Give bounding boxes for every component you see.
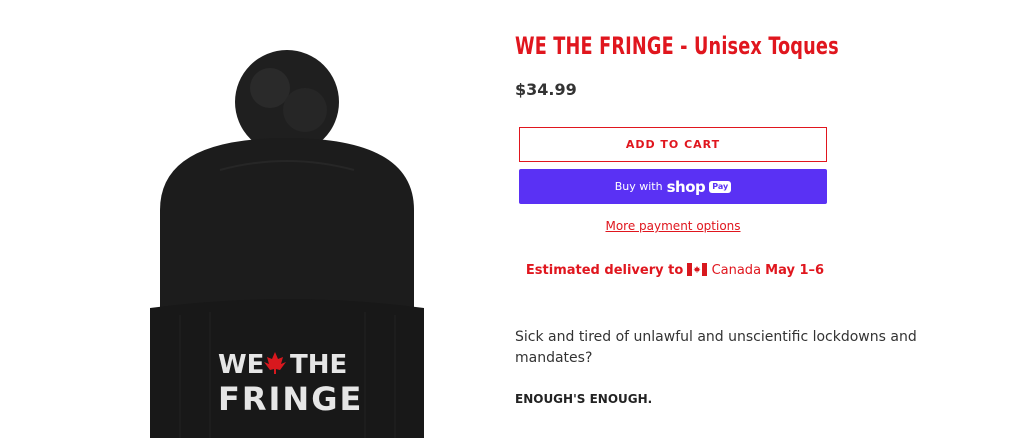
embroidery-we: WE [218,350,264,380]
product-info: WE THE FRINGE - Unisex Toques $34.99 ADD… [515,0,935,438]
delivery-country: Canada [711,263,762,278]
delivery-dates: May 1–6 [765,263,825,278]
add-to-cart-button[interactable]: ADD TO CART [519,127,827,162]
estimated-delivery: Estimated delivery to Canada May 1–6 [515,261,835,280]
shop-logo: shop [666,177,706,196]
description-paragraph-1: Sick and tired of unlawful and unscienti… [515,329,917,366]
toque-illustration: WE THE FRINGE [150,50,424,438]
product-price: $34.99 [515,80,577,99]
embroidery-fringe: FRINGE [218,380,363,418]
delivery-prefix: Estimated delivery to [525,263,684,278]
shop-pay-button[interactable]: Buy with shop Pay [519,169,827,204]
product-image[interactable]: WE THE FRINGE [120,40,450,438]
more-payment-options-link[interactable]: More payment options [515,219,831,233]
product-title: WE THE FRINGE - Unisex Toques [515,32,839,60]
canada-flag-icon [687,263,708,276]
description-paragraph-2: ENOUGH'S ENOUGH. [515,392,653,406]
embroidery-the: THE [290,350,347,380]
buy-with-label: Buy with [614,180,663,193]
pay-badge: Pay [709,180,732,193]
